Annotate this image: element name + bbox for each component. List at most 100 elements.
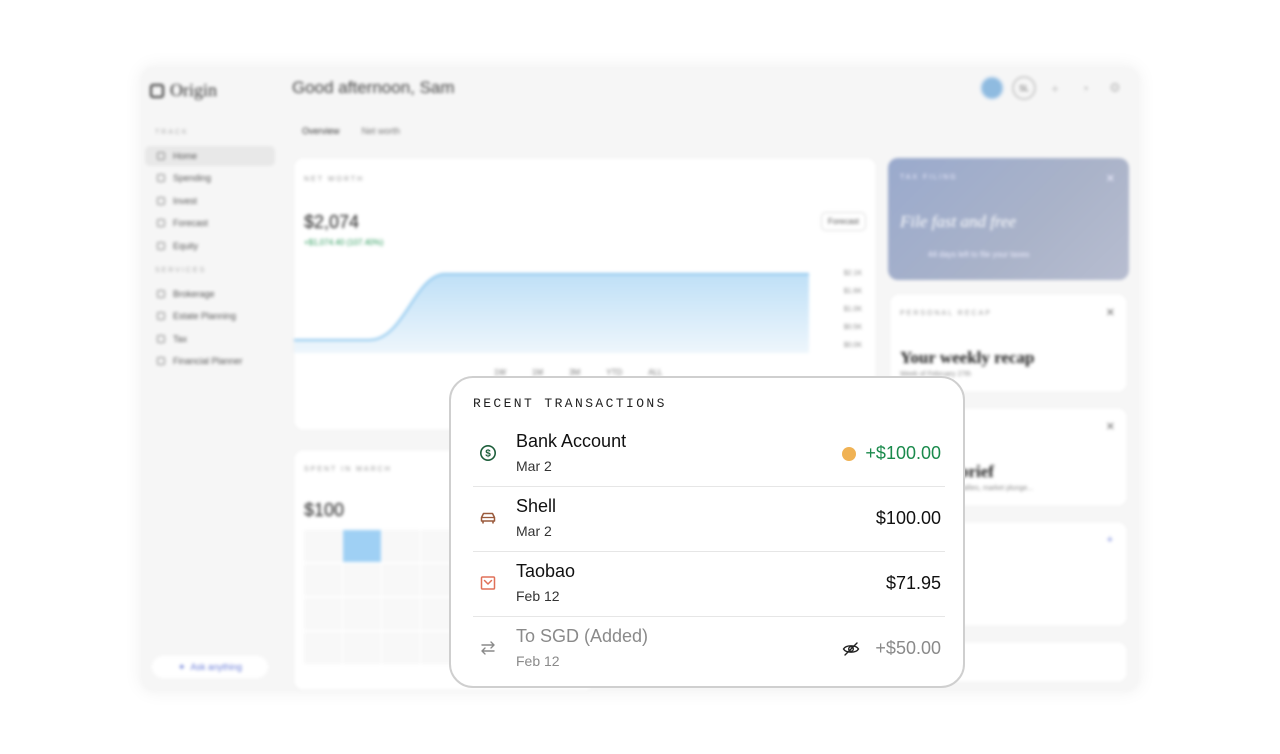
- header-actions: SL + ◔ ⚙: [980, 76, 1126, 100]
- transaction-date: Feb 12: [516, 588, 560, 604]
- sidebar-item-label: Home: [173, 151, 198, 161]
- sidebar-item-estate-planning[interactable]: Estate Planning: [145, 306, 275, 326]
- car-icon: [480, 512, 496, 524]
- help-icon[interactable]: ◔: [1074, 77, 1096, 99]
- calendar-day[interactable]: [304, 598, 342, 630]
- y-tick: $2.1K: [843, 270, 862, 277]
- brokerage-icon: [157, 290, 165, 298]
- user-initials-avatar[interactable]: SL: [1012, 76, 1036, 100]
- home-icon: [157, 152, 165, 160]
- sparkle-icon: ✦: [177, 661, 186, 672]
- page-title: Good afternoon, Sam: [292, 78, 455, 97]
- plus-icon[interactable]: +: [1044, 77, 1066, 99]
- spent-label: SPENT IN MARCH: [304, 466, 392, 473]
- transaction-amount: $100.00: [875, 508, 941, 528]
- y-tick: $0.0K: [843, 342, 862, 349]
- sidebar-item-label: Invest: [173, 196, 198, 206]
- transaction-date: Feb 12: [516, 653, 560, 669]
- equity-icon: [157, 242, 165, 250]
- forecast-icon: [157, 219, 165, 227]
- y-tick: $1.0K: [843, 306, 862, 313]
- calendar-day[interactable]: [304, 564, 342, 596]
- net-worth-change: +$1,074.40 (107.40%): [304, 238, 384, 247]
- spending-icon: [157, 174, 165, 182]
- origin-logo[interactable]: Origin: [150, 80, 217, 101]
- calendar-day-selected[interactable]: [343, 530, 381, 562]
- tax-filing-title: File fast and free: [900, 212, 1016, 231]
- calendar-day[interactable]: [343, 598, 381, 630]
- calendar-day[interactable]: [304, 632, 342, 664]
- transaction-row-to-sgd[interactable]: To SGD (Added) Feb 12 +$50.00: [473, 617, 945, 681]
- calendar-day[interactable]: [382, 564, 420, 596]
- close-icon[interactable]: ✕: [1106, 420, 1115, 433]
- recent-transactions-title: RECENT TRANSACTIONS: [473, 396, 667, 411]
- sidebar-section-track: TRACK: [155, 129, 189, 136]
- sidebar-item-label: Forecast: [173, 218, 209, 228]
- recent-transactions-card: RECENT TRANSACTIONS $ Bank Account Mar 2…: [449, 376, 965, 688]
- sidebar-item-tax[interactable]: Tax: [145, 329, 275, 349]
- add-icon[interactable]: +: [1107, 534, 1113, 546]
- recap-label: PERSONAL RECAP: [900, 310, 992, 317]
- ask-anything-button[interactable]: ✦ Ask anything: [152, 656, 268, 678]
- tab-net-worth[interactable]: Net worth: [362, 126, 401, 136]
- transaction-amount: +$50.00: [875, 638, 941, 658]
- ask-anything-label: Ask anything: [190, 662, 243, 672]
- tax-filing-card[interactable]: TAX FILING ✕ File fast and free 44 days …: [888, 158, 1129, 280]
- calendar-day[interactable]: [304, 530, 342, 562]
- sidebar-item-financial-planner[interactable]: Financial Planner: [145, 351, 275, 371]
- close-icon[interactable]: ✕: [1106, 306, 1115, 319]
- transfer-icon: [481, 641, 495, 655]
- estate-icon: [157, 312, 165, 320]
- sidebar-item-brokerage[interactable]: Brokerage: [145, 284, 275, 304]
- transaction-row-shell[interactable]: Shell Mar 2 $100.00: [473, 487, 945, 552]
- calendar-day[interactable]: [382, 598, 420, 630]
- calendar-day[interactable]: [382, 632, 420, 664]
- planner-icon: [157, 357, 165, 365]
- y-tick: $0.5K: [843, 324, 862, 331]
- shopping-bag-icon: [480, 576, 496, 590]
- tab-overview[interactable]: Overview: [302, 126, 340, 136]
- sidebar-item-spending[interactable]: Spending: [145, 168, 275, 188]
- tax-icon: [157, 335, 165, 343]
- transaction-name: Shell: [516, 496, 557, 516]
- calendar-day[interactable]: [343, 632, 381, 664]
- avatar[interactable]: [980, 76, 1004, 100]
- sidebar-item-label: Tax: [173, 334, 188, 344]
- tax-days-left: 44 days left to file your taxes: [928, 250, 1030, 259]
- tax-filing-label: TAX FILING: [900, 174, 958, 181]
- sidebar-item-home[interactable]: Home: [145, 146, 275, 166]
- spent-value: $100: [304, 500, 345, 520]
- svg-text:$: $: [485, 449, 491, 460]
- gear-icon[interactable]: ⚙: [1104, 77, 1126, 99]
- calendar-day[interactable]: [343, 564, 381, 596]
- sidebar-item-label: Estate Planning: [173, 311, 237, 321]
- sidebar-item-equity[interactable]: Equity: [145, 236, 275, 256]
- transaction-row-bank-account[interactable]: $ Bank Account Mar 2 +$100.00: [473, 422, 945, 487]
- sidebar-item-label: Financial Planner: [173, 356, 243, 366]
- tab-bar: Overview Net worth: [302, 126, 400, 136]
- sidebar-item-label: Spending: [173, 173, 212, 183]
- net-worth-chart: [294, 273, 809, 353]
- transaction-name: Taobao: [516, 561, 576, 581]
- sidebar-item-forecast[interactable]: Forecast: [145, 213, 275, 233]
- net-worth-label: NET WORTH: [304, 176, 365, 183]
- logo-text: Origin: [170, 80, 217, 100]
- sidebar-item-label: Brokerage: [173, 289, 215, 299]
- sidebar-item-invest[interactable]: Invest: [145, 191, 275, 211]
- transaction-name: To SGD (Added): [516, 626, 649, 646]
- sidebar-item-label: Equity: [173, 241, 199, 251]
- forecast-button[interactable]: Forecast: [820, 212, 866, 231]
- transaction-name: Bank Account: [516, 431, 627, 451]
- recap-title: Your weekly recap: [900, 348, 1035, 367]
- chart-area: [294, 274, 809, 353]
- dollar-circle-icon: $: [480, 445, 496, 461]
- transaction-date: Mar 2: [516, 458, 552, 474]
- transaction-date: Mar 2: [516, 523, 552, 539]
- pending-status-dot: [842, 447, 856, 461]
- calendar-day[interactable]: [382, 530, 420, 562]
- y-tick: $1.6K: [843, 288, 862, 295]
- close-icon[interactable]: ✕: [1106, 172, 1115, 185]
- eye-off-icon[interactable]: [842, 640, 860, 658]
- transaction-row-taobao[interactable]: Taobao Feb 12 $71.95: [473, 552, 945, 617]
- net-worth-value: $2,074: [304, 212, 360, 232]
